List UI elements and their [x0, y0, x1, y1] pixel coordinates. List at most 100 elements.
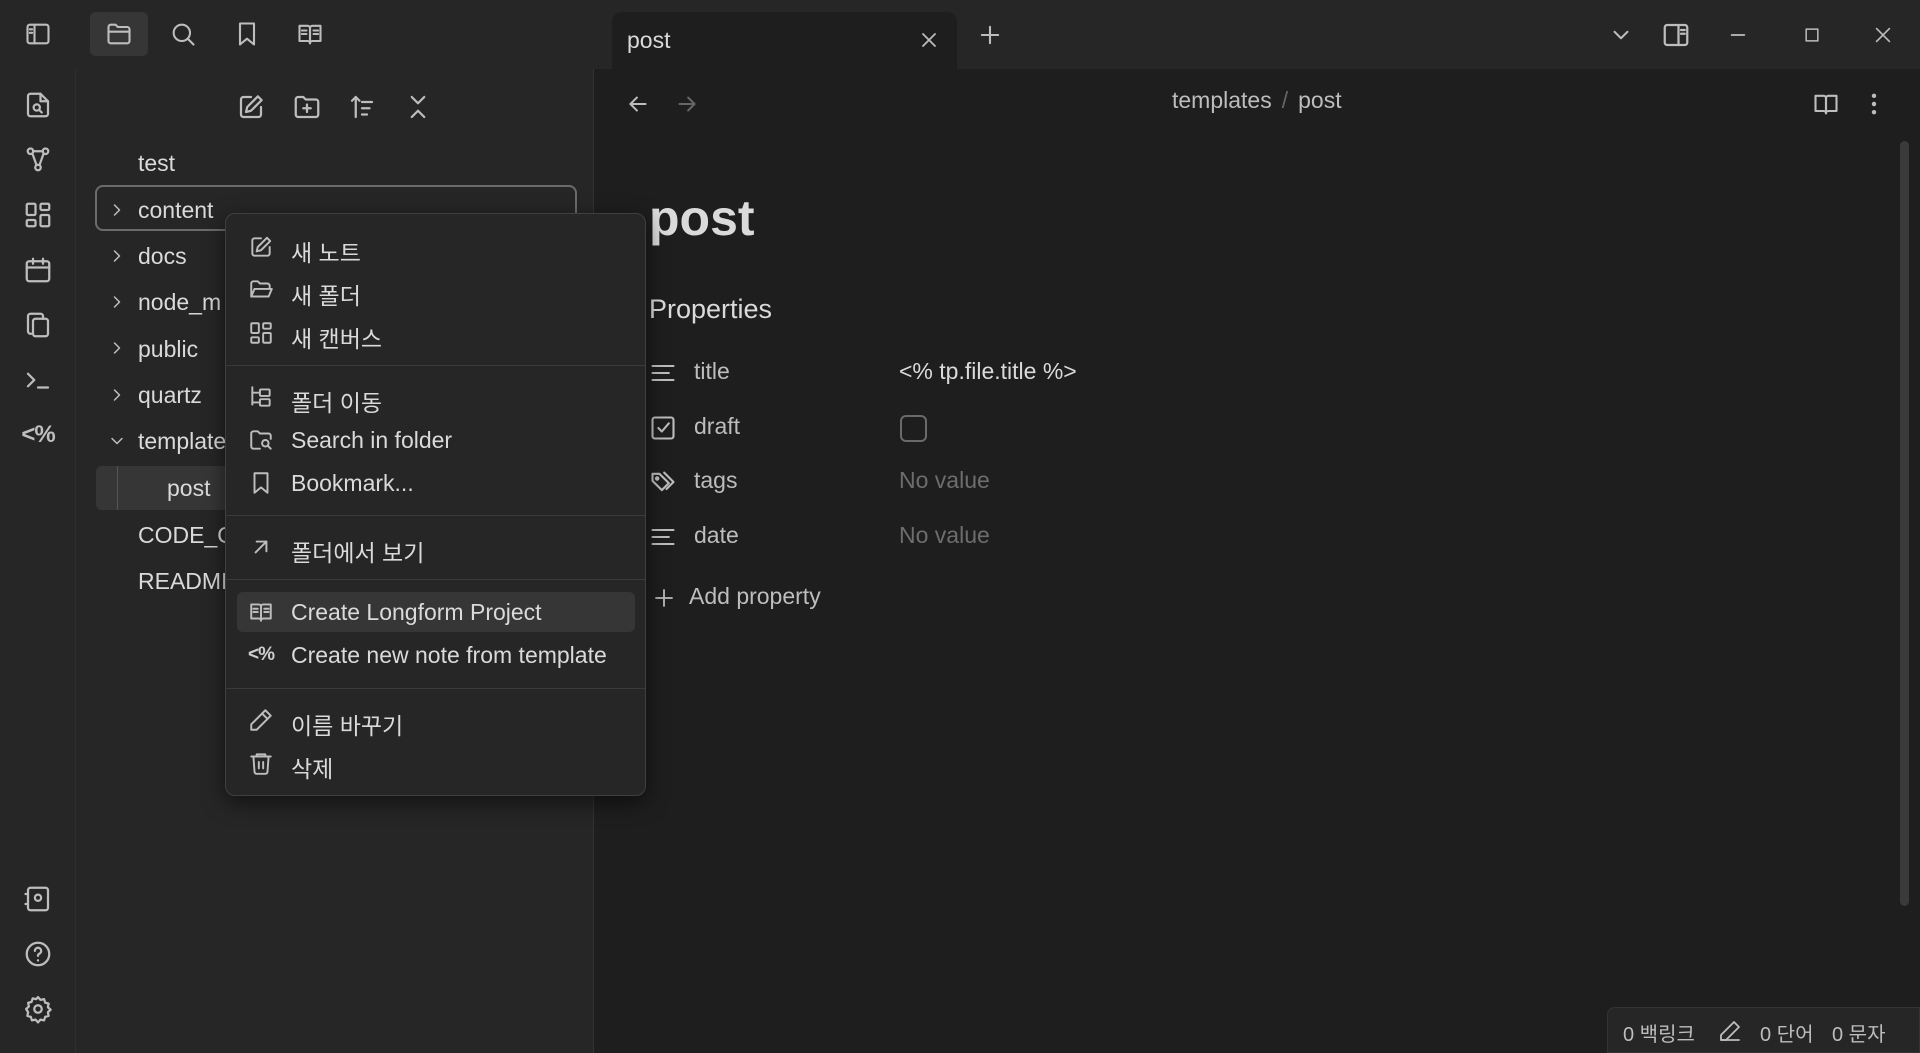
text-lines-icon[interactable] — [649, 523, 677, 551]
tree-item-test[interactable]: test — [138, 150, 175, 177]
chevron-right-icon[interactable] — [107, 338, 127, 358]
scrollbar[interactable] — [1900, 141, 1909, 906]
ribbon: <% — [0, 69, 76, 1053]
chevron-right-icon[interactable] — [107, 292, 127, 312]
trash-icon — [248, 750, 274, 776]
new-tab-plus-icon[interactable] — [973, 18, 1007, 52]
tree-folder-docs[interactable]: docs — [138, 243, 187, 270]
chevron-down-icon[interactable] — [107, 431, 127, 451]
open-quick-switcher-icon[interactable] — [19, 86, 57, 124]
draft-checkbox[interactable] — [900, 415, 927, 442]
edit-icon — [248, 234, 274, 260]
reading-view-icon[interactable] — [1809, 87, 1843, 121]
tree-folder-content[interactable]: content — [138, 197, 213, 224]
vault-switcher-icon[interactable] — [19, 880, 57, 918]
canvas-icon[interactable] — [19, 196, 57, 234]
char-count: 0 문자 — [1832, 1024, 1886, 1046]
settings-gear-icon[interactable] — [19, 990, 57, 1028]
tree-file-post[interactable]: post — [167, 475, 210, 502]
tree-folder-node-modules[interactable]: node_m — [138, 289, 221, 316]
sidebar-toggle-icon[interactable] — [9, 12, 67, 56]
tree-folder-templates[interactable]: template — [138, 428, 226, 455]
chevron-right-icon[interactable] — [107, 200, 127, 220]
pencil-icon — [248, 707, 274, 733]
minimize-icon[interactable] — [1721, 18, 1755, 52]
tags-icon[interactable] — [649, 468, 677, 496]
chevron-right-icon[interactable] — [107, 385, 127, 405]
word-count: 0 단어 — [1760, 1024, 1814, 1046]
tab-post[interactable]: post — [612, 12, 957, 69]
copy-files-icon[interactable] — [19, 306, 57, 344]
files-folder-icon[interactable] — [90, 12, 148, 56]
tree-folder-public[interactable]: public — [138, 336, 198, 363]
breadcrumb-separator: / — [1281, 87, 1289, 113]
collapse-all-icon[interactable] — [399, 88, 437, 126]
new-note-icon[interactable] — [232, 88, 270, 126]
right-sidebar-toggle-icon[interactable] — [1659, 18, 1693, 52]
property-value[interactable]: No value — [899, 522, 990, 549]
checkbox-icon[interactable] — [649, 414, 677, 442]
bookmark-icon[interactable] — [218, 12, 276, 56]
plus-icon — [655, 589, 673, 607]
property-value[interactable]: No value — [899, 467, 990, 494]
more-options-icon[interactable] — [1857, 87, 1891, 121]
breadcrumb: templates / post — [1172, 87, 1342, 114]
menu-separator — [226, 515, 645, 516]
close-icon[interactable] — [915, 26, 943, 54]
book-icon[interactable] — [281, 12, 339, 56]
property-row-draft: draft — [649, 408, 1549, 452]
canvas-icon — [248, 320, 274, 346]
add-property-button[interactable]: Add property — [654, 583, 821, 610]
pencil-icon[interactable] — [1718, 1019, 1742, 1043]
breadcrumb-file[interactable]: post — [1298, 87, 1341, 113]
menu-item-reveal-in-folder[interactable]: 폴더에서 보기 — [237, 527, 635, 567]
property-row-title: title <% tp.file.title %> — [649, 353, 1549, 397]
tree-file-readme[interactable]: READMI — [138, 568, 227, 595]
menu-item-search-in-folder[interactable]: Search in folder — [237, 420, 635, 460]
status-bar: 0 백링크 0 단어 0 문자 — [1607, 1007, 1920, 1053]
property-key[interactable]: title — [694, 358, 730, 385]
menu-item-new-note-from-template[interactable]: <% Create new note from template — [237, 635, 635, 675]
property-key[interactable]: tags — [694, 467, 737, 494]
menu-item-create-longform-project[interactable]: Create Longform Project — [237, 592, 635, 632]
terminal-icon[interactable] — [19, 361, 57, 399]
property-value[interactable]: <% tp.file.title %> — [899, 358, 1077, 385]
property-key[interactable]: date — [694, 522, 739, 549]
folder-search-icon — [248, 427, 274, 453]
help-icon[interactable] — [19, 935, 57, 973]
templater-icon[interactable]: <% — [19, 416, 57, 454]
add-property-label: Add property — [689, 583, 821, 609]
chevron-down-icon[interactable] — [1604, 18, 1638, 52]
menu-item-bookmark[interactable]: Bookmark... — [237, 463, 635, 503]
property-key[interactable]: draft — [694, 413, 740, 440]
search-icon[interactable] — [154, 12, 212, 56]
text-lines-icon[interactable] — [649, 359, 677, 387]
tree-guide-line — [117, 466, 118, 510]
window-close-icon[interactable] — [1866, 18, 1900, 52]
arrow-up-right-icon — [248, 534, 274, 560]
graph-view-icon[interactable] — [19, 141, 57, 179]
backlinks-count[interactable]: 0 백링크 — [1623, 1018, 1695, 1047]
menu-item-new-note[interactable]: 새 노트 — [237, 227, 635, 267]
properties-heading[interactable]: Properties — [649, 294, 772, 325]
tree-folder-quartz[interactable]: quartz — [138, 382, 202, 409]
new-folder-icon[interactable] — [288, 88, 326, 126]
chevron-right-icon[interactable] — [107, 246, 127, 266]
calendar-icon[interactable] — [19, 251, 57, 289]
title-bar: post — [0, 0, 1920, 69]
menu-item-new-canvas[interactable]: 새 캔버스 — [237, 313, 635, 353]
menu-item-move-folder[interactable]: 폴더 이동 — [237, 377, 635, 417]
bookmark-icon — [248, 470, 274, 496]
menu-item-new-folder[interactable]: 새 폴더 — [237, 270, 635, 310]
sort-icon[interactable] — [343, 88, 381, 126]
menu-item-rename[interactable]: 이름 바꾸기 — [237, 700, 635, 740]
menu-separator — [226, 688, 645, 689]
maximize-icon[interactable] — [1795, 18, 1829, 52]
menu-item-delete[interactable]: 삭제 — [237, 743, 635, 783]
forward-arrow-icon[interactable] — [670, 87, 704, 121]
breadcrumb-folder[interactable]: templates — [1172, 87, 1272, 113]
editor-pane: templates / post post Properties title <% … — [594, 69, 1920, 1053]
document-title[interactable]: post — [649, 189, 755, 247]
back-arrow-icon[interactable] — [621, 87, 655, 121]
tree-file-code-of-conduct[interactable]: CODE_O — [138, 522, 235, 549]
